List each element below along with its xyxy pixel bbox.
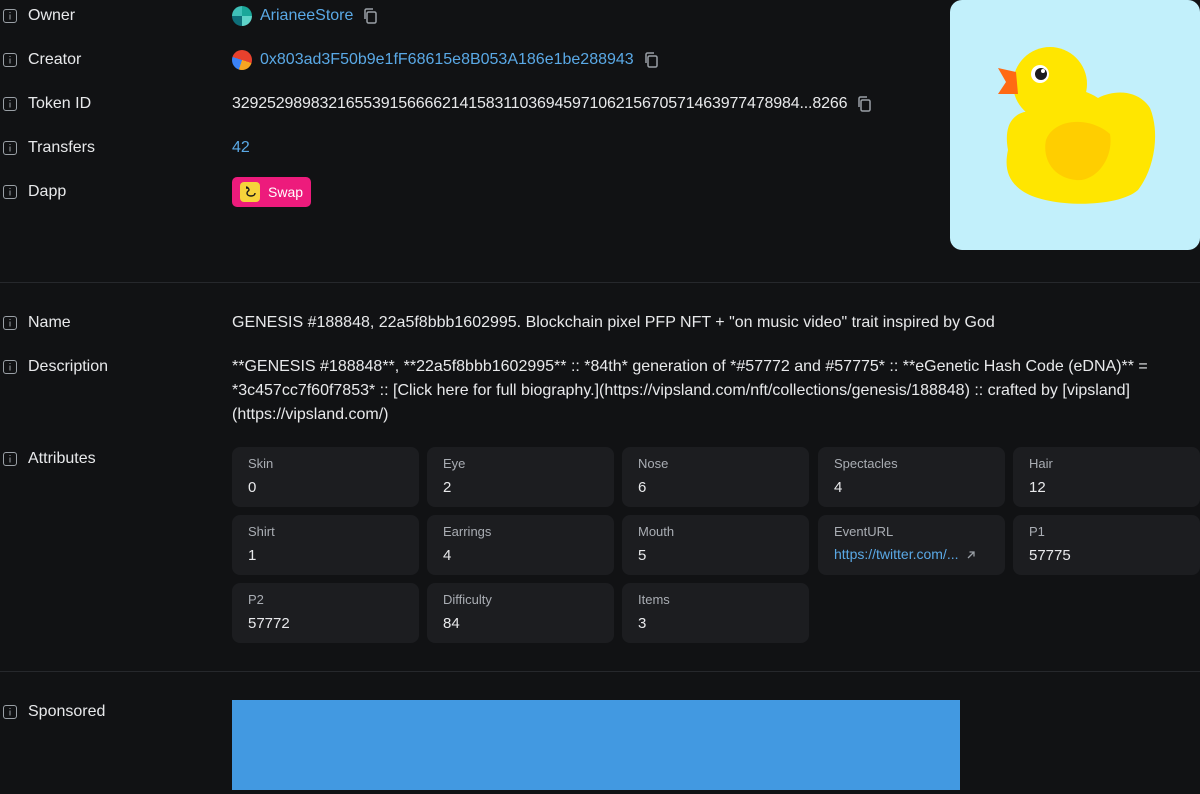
attribute-card: Eye 2 <box>427 447 614 507</box>
info-icon[interactable] <box>3 452 17 466</box>
copy-icon[interactable] <box>644 52 658 68</box>
attribute-card: P2 57772 <box>232 583 419 643</box>
info-icon[interactable] <box>3 185 17 199</box>
dapp-label-text: Dapp <box>28 183 67 200</box>
arrow-up-right-icon <box>966 547 976 563</box>
attribute-value: 84 <box>443 615 460 632</box>
attribute-card: Mouth 5 <box>622 515 809 575</box>
attribute-value: 12 <box>1029 479 1046 496</box>
attribute-name: Eye <box>443 456 466 471</box>
info-icon[interactable] <box>3 316 17 330</box>
attribute-name: Earrings <box>443 524 492 539</box>
attribute-name: Nose <box>638 456 669 471</box>
attribute-card: EventURL https://twitter.com/... <box>818 515 1005 575</box>
attribute-card: Hair 12 <box>1013 447 1200 507</box>
attribute-name: Mouth <box>638 524 675 539</box>
creator-avatar <box>232 50 252 70</box>
token-id-label: Token ID <box>0 92 91 116</box>
owner-label-text: Owner <box>28 7 76 24</box>
description-label: Description <box>0 355 108 379</box>
swap-dapp-button[interactable]: Swap <box>232 177 312 207</box>
sponsored-label: Sponsored <box>0 700 105 724</box>
info-icon[interactable] <box>3 705 17 719</box>
attribute-name: Shirt <box>248 524 275 539</box>
event-url-text: https://twitter.com/... <box>834 546 959 562</box>
attribute-name: Difficulty <box>443 592 492 607</box>
attribute-name: P1 <box>1029 524 1045 539</box>
nft-image[interactable] <box>950 0 1200 250</box>
token-id-label-text: Token ID <box>28 95 92 112</box>
creator-link[interactable]: 0x803ad3F50b9e1fF68615e8B053A186e1be2889… <box>260 51 634 69</box>
sponsored-label-text: Sponsored <box>28 703 106 720</box>
attribute-name: EventURL <box>834 524 894 539</box>
attribute-card: Shirt 1 <box>232 515 419 575</box>
owner-label: Owner <box>0 4 75 28</box>
attribute-value: 3 <box>638 615 647 632</box>
attribute-card: P1 57775 <box>1013 515 1200 575</box>
attribute-value: 57772 <box>248 615 290 632</box>
name-value: GENESIS #188848, 22a5f8bbb1602995. Block… <box>232 314 995 331</box>
copy-icon[interactable] <box>363 8 378 24</box>
info-icon[interactable] <box>3 360 17 374</box>
swap-label: Swap <box>268 184 304 200</box>
swap-logo-icon <box>240 182 260 202</box>
rubber-duck-icon <box>998 47 1156 204</box>
description-value: **GENESIS #188848**, **22a5f8bbb1602995*… <box>232 358 1148 423</box>
transfers-label-text: Transfers <box>28 139 95 156</box>
section-divider <box>0 282 1200 283</box>
transfers-link[interactable]: 42 <box>232 139 250 157</box>
token-id-value: 3292529898321655391566662141583110369459… <box>232 92 872 116</box>
attribute-value: 0 <box>248 479 257 496</box>
event-url-link[interactable]: https://twitter.com/... <box>834 546 989 563</box>
attribute-card: Difficulty 84 <box>427 583 614 643</box>
attribute-value: 5 <box>638 547 647 564</box>
transfers-label: Transfers <box>0 136 95 160</box>
attribute-value: 4 <box>834 479 843 496</box>
attribute-card: Nose 6 <box>622 447 809 507</box>
transfers-value: 42 <box>232 136 250 160</box>
creator-label-text: Creator <box>28 51 82 68</box>
attribute-name: Items <box>638 592 670 607</box>
owner-value: ArianeeStore <box>232 4 378 28</box>
attribute-name: Spectacles <box>834 456 898 471</box>
section-divider <box>0 671 1200 672</box>
attribute-card: Earrings 4 <box>427 515 614 575</box>
dapp-label: Dapp <box>0 180 66 204</box>
attribute-name: Hair <box>1029 456 1053 471</box>
attribute-value: 6 <box>638 479 647 496</box>
attribute-value: 1 <box>248 547 257 564</box>
info-icon[interactable] <box>3 9 17 23</box>
name-label-text: Name <box>28 314 71 331</box>
description-label-text: Description <box>28 358 109 375</box>
copy-icon[interactable] <box>857 96 872 112</box>
info-icon[interactable] <box>3 97 17 111</box>
attributes-label-text: Attributes <box>28 450 96 467</box>
owner-link[interactable]: ArianeeStore <box>260 7 353 25</box>
attribute-name: P2 <box>248 592 264 607</box>
token-id-text: 3292529898321655391566662141583110369459… <box>232 95 848 112</box>
creator-value: 0x803ad3F50b9e1fF68615e8B053A186e1be2889… <box>232 48 658 72</box>
attribute-card: Spectacles 4 <box>818 447 1005 507</box>
creator-label: Creator <box>0 48 81 72</box>
attribute-value: 2 <box>443 479 452 496</box>
info-icon[interactable] <box>3 53 17 67</box>
attribute-card: Skin 0 <box>232 447 419 507</box>
attribute-value: 4 <box>443 547 452 564</box>
attribute-card: Items 3 <box>622 583 809 643</box>
info-icon[interactable] <box>3 141 17 155</box>
name-label: Name <box>0 311 71 335</box>
attributes-label: Attributes <box>0 447 96 471</box>
dapp-value: Swap <box>232 177 312 207</box>
attribute-value: 57775 <box>1029 547 1071 564</box>
owner-avatar <box>232 6 252 26</box>
attribute-name: Skin <box>248 456 274 471</box>
sponsored-banner[interactable] <box>232 700 960 790</box>
